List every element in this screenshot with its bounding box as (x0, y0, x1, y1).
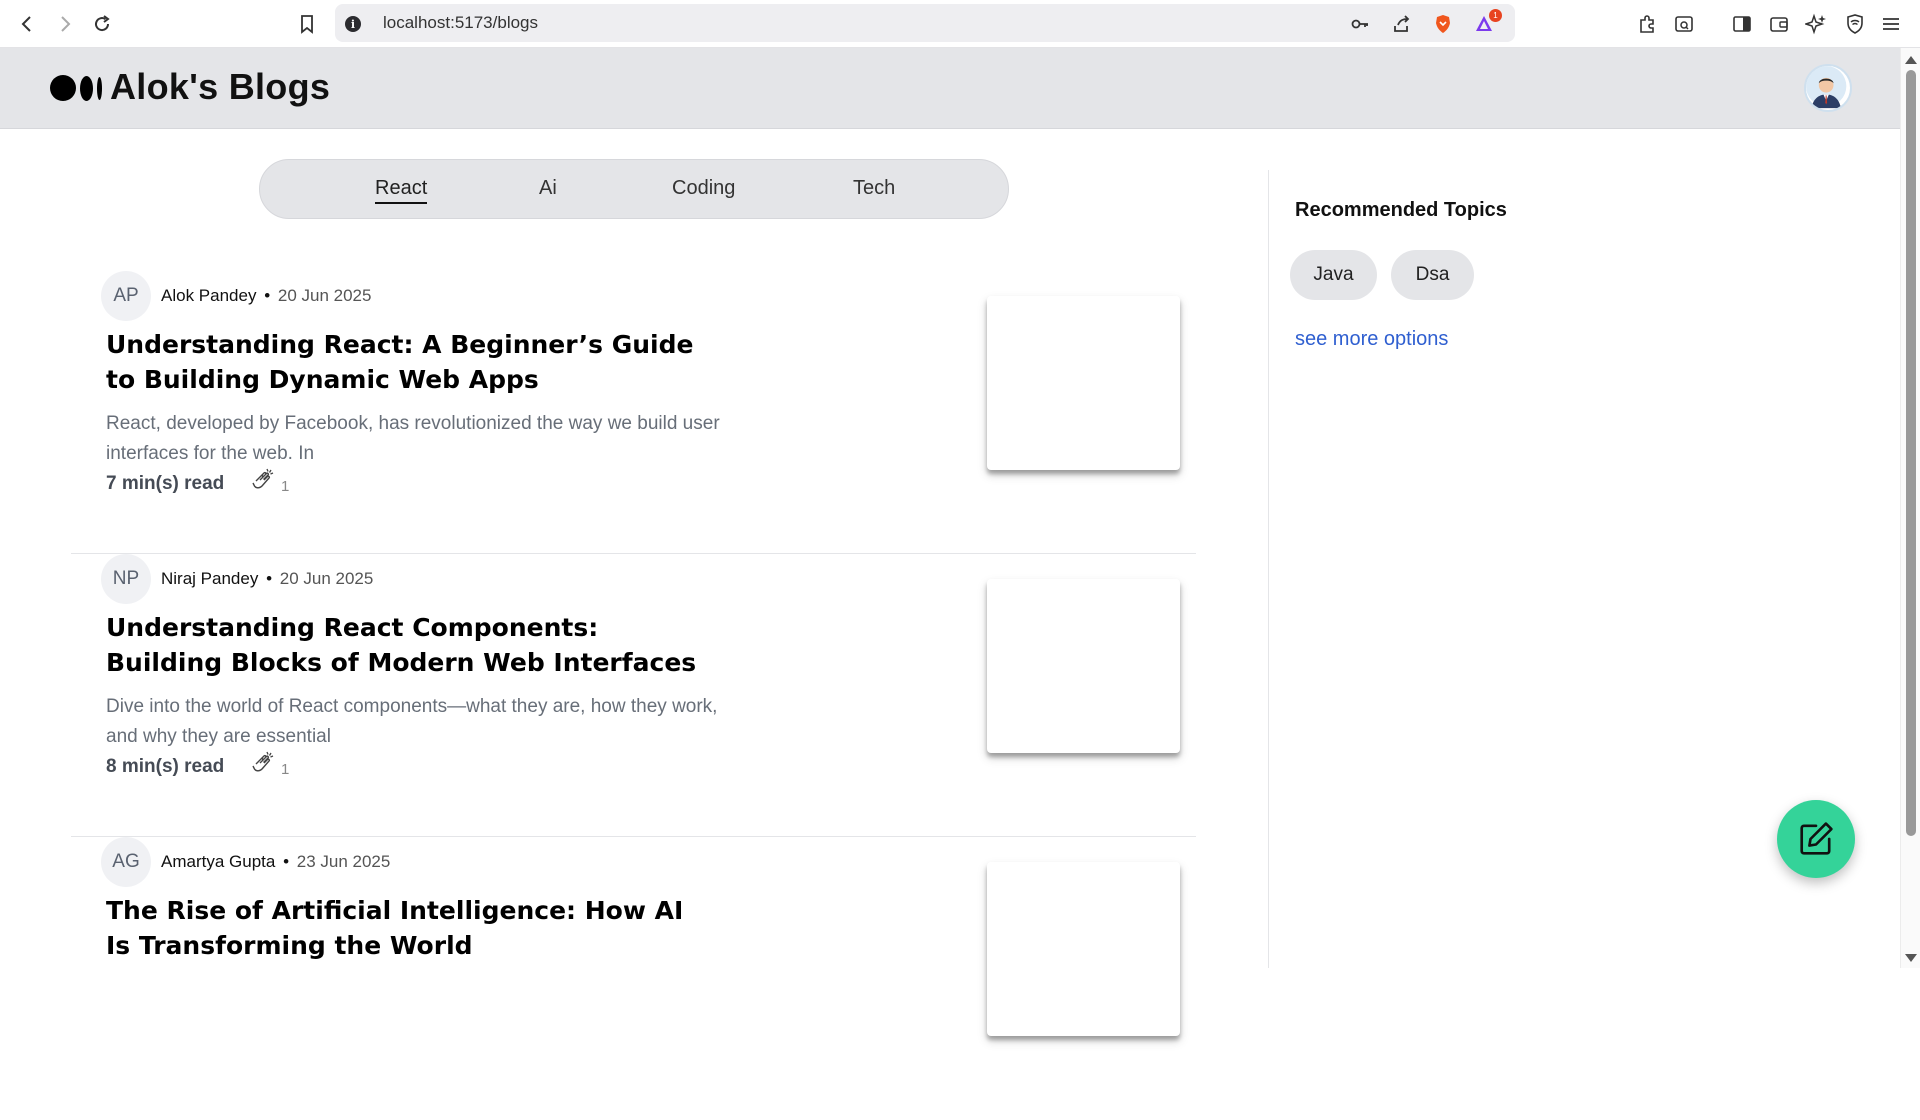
post-title[interactable]: The Rise of Artificial Intelligence: How… (106, 893, 716, 963)
post-date: 23 Jun 2025 (296, 852, 391, 871)
share-icon[interactable] (1390, 13, 1414, 35)
reload-icon[interactable] (88, 10, 116, 38)
post-meta: Niraj Pandey • 20 Jun 2025 (161, 569, 373, 589)
key-icon[interactable] (1348, 13, 1372, 35)
scroll-up-icon[interactable] (1905, 56, 1917, 64)
address-bar[interactable]: i localhost:5173/blogs 1 (335, 4, 1515, 42)
meta-separator: • (264, 286, 271, 305)
tab-coding[interactable]: Coding (672, 177, 735, 200)
post-meta: Amartya Gupta • 23 Jun 2025 (161, 852, 390, 872)
author-avatar: NP (101, 554, 151, 604)
read-time: 7 min(s) read (106, 473, 225, 494)
recommended-title: Recommended Topics (1295, 199, 1507, 221)
tab-react[interactable]: React (375, 177, 428, 204)
topic-tabs: React Ai Coding Tech (259, 159, 1009, 219)
clap-icon[interactable] (248, 750, 278, 780)
forward-icon[interactable] (51, 10, 79, 38)
user-avatar[interactable] (1804, 64, 1852, 112)
user-avatar-icon (1806, 66, 1847, 109)
scroll-down-icon[interactable] (1905, 954, 1917, 962)
topic-chip-java[interactable]: Java (1290, 250, 1377, 300)
blog-card[interactable]: AP Alok Pandey • 20 Jun 2025 Understandi… (71, 271, 1196, 554)
tab-tech[interactable]: Tech (853, 177, 895, 200)
post-thumbnail[interactable] (987, 862, 1180, 1036)
post-thumbnail[interactable] (987, 579, 1180, 753)
browser-toolbar: i localhost:5173/blogs 1 (0, 0, 1920, 48)
site-info-icon[interactable]: i (345, 16, 361, 32)
edit-icon (1800, 822, 1833, 855)
site-brand[interactable]: Alok's Blogs (110, 66, 330, 108)
see-more-link[interactable]: see more options (1295, 328, 1448, 351)
post-excerpt: React, developed by Facebook, has revolu… (106, 413, 720, 464)
brave-rewards-icon[interactable]: 1 (1472, 9, 1502, 35)
clap-count: 1 (281, 761, 290, 778)
post-meta: Alok Pandey • 20 Jun 2025 (161, 286, 371, 306)
extensions-icon[interactable] (1634, 11, 1660, 37)
medium-logo-icon[interactable] (50, 75, 102, 101)
scroll-thumb[interactable] (1906, 70, 1916, 836)
sidebar-divider (1268, 170, 1269, 968)
post-title[interactable]: Understanding React Components: Building… (106, 610, 716, 680)
blog-card[interactable]: AG Amartya Gupta • 23 Jun 2025 The Rise … (71, 837, 1196, 1120)
clap-icon[interactable] (248, 467, 278, 497)
meta-separator: • (266, 569, 273, 588)
leo-ai-icon[interactable] (1803, 11, 1829, 37)
url-text[interactable]: localhost:5173/blogs (383, 13, 538, 33)
topic-chip-dsa[interactable]: Dsa (1391, 250, 1474, 300)
page-scrollbar[interactable] (1900, 48, 1920, 968)
bookmark-icon[interactable] (293, 10, 321, 38)
author-name: Niraj Pandey (161, 569, 259, 588)
wallet-icon[interactable] (1766, 11, 1792, 37)
brave-shields-icon[interactable] (1431, 13, 1455, 35)
back-icon[interactable] (13, 10, 41, 38)
menu-icon[interactable] (1878, 11, 1904, 37)
sidebar-icon[interactable] (1729, 11, 1755, 37)
read-time: 8 min(s) read (106, 756, 225, 777)
write-post-button[interactable] (1777, 800, 1855, 878)
clap-count: 1 (281, 478, 290, 495)
post-date: 20 Jun 2025 (279, 569, 374, 588)
tab-ai[interactable]: Ai (539, 177, 557, 200)
author-avatar: AG (101, 837, 151, 887)
post-date: 20 Jun 2025 (277, 286, 372, 305)
post-thumbnail[interactable] (987, 296, 1180, 470)
rewards-badge: 1 (1489, 9, 1502, 22)
site-header: Alok's Blogs (0, 48, 1900, 129)
author-name: Alok Pandey (161, 286, 257, 305)
author-avatar: AP (101, 271, 151, 321)
author-name: Amartya Gupta (161, 852, 276, 871)
post-title[interactable]: Understanding React: A Beginner’s Guide … (106, 327, 716, 397)
post-excerpt: Dive into the world of React components—… (106, 696, 718, 747)
vpn-icon[interactable] (1842, 11, 1868, 37)
meta-separator: • (283, 852, 290, 871)
search-tab-icon[interactable] (1671, 11, 1697, 37)
blog-card[interactable]: NP Niraj Pandey • 20 Jun 2025 Understand… (71, 554, 1196, 837)
